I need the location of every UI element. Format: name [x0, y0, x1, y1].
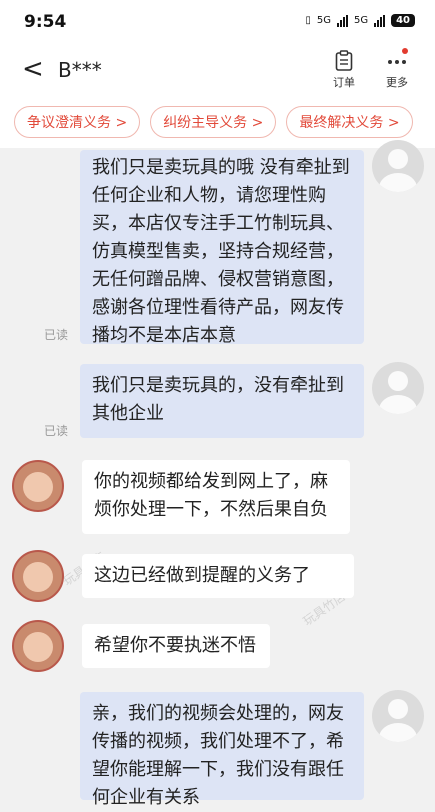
contact-avatar[interactable] — [12, 620, 64, 672]
message-bubble-outgoing[interactable]: 亲，我们的视频会处理的，网友传播的视频，我们处理不了，希望你能理解一下，我们没有… — [80, 692, 364, 808]
chip-final-resolution[interactable]: 最终解决义务 > — [286, 106, 413, 138]
contact-name: B*** — [58, 58, 102, 82]
chip-dispute-clarify[interactable]: 争议澄清义务 > — [14, 106, 141, 138]
more-dots-icon — [386, 48, 408, 74]
status-time: 9:54 — [24, 12, 67, 32]
more-label: 更多 — [386, 76, 408, 89]
status-icons: ▯ 5G 5G 40 — [305, 14, 415, 27]
message-bubble-incoming[interactable]: 希望你不要执迷不悟 — [82, 624, 270, 668]
my-avatar[interactable] — [372, 362, 424, 414]
status-bar: 9:54 ▯ 5G 5G 40 — [0, 0, 435, 44]
contact-avatar[interactable] — [12, 550, 64, 602]
my-avatar[interactable] — [372, 690, 424, 742]
more-button[interactable]: 更多 — [386, 48, 408, 90]
message-bubble-outgoing[interactable]: 我们只是卖玩具的哦 没有牵扯到任何企业和人物，请您理性购买，本店仅专注手工竹制玩… — [80, 150, 364, 346]
top-bar: 9:54 ▯ 5G 5G 40 < B*** 订单 更多 争议澄清义务 > 纠纷… — [0, 0, 435, 148]
message-bubble-incoming[interactable]: 这边已经做到提醒的义务了 — [82, 554, 354, 598]
vibrate-icon: ▯ — [305, 15, 311, 26]
signal-bars-icon — [336, 14, 348, 27]
chip-dispute-lead[interactable]: 纠纷主导义务 > — [150, 106, 277, 138]
chevron-left-icon[interactable]: < — [22, 54, 44, 84]
my-avatar[interactable] — [372, 140, 424, 192]
order-label: 订单 — [333, 76, 355, 89]
order-button[interactable]: 订单 — [333, 50, 355, 90]
notification-dot — [402, 48, 408, 54]
contact-avatar[interactable] — [12, 460, 64, 512]
battery-icon: 40 — [391, 14, 415, 27]
obligation-chips: 争议澄清义务 > 纠纷主导义务 > 最终解决义务 > — [14, 106, 413, 138]
message-bubble-incoming[interactable]: 你的视频都给发到网上了，麻烦你处理一下，不然后果自负 — [82, 460, 350, 534]
read-status: 已读 — [44, 424, 69, 438]
clipboard-icon — [333, 50, 355, 74]
signal-label-2: 5G — [353, 15, 369, 26]
chat-header: < B*** 订单 更多 — [0, 44, 435, 100]
signal-bars-icon — [374, 14, 386, 27]
message-bubble-outgoing[interactable]: 我们只是卖玩具的，没有牵扯到其他企业 — [80, 364, 364, 438]
signal-label-1: 5G — [316, 15, 331, 26]
read-status: 已读 — [44, 328, 69, 342]
